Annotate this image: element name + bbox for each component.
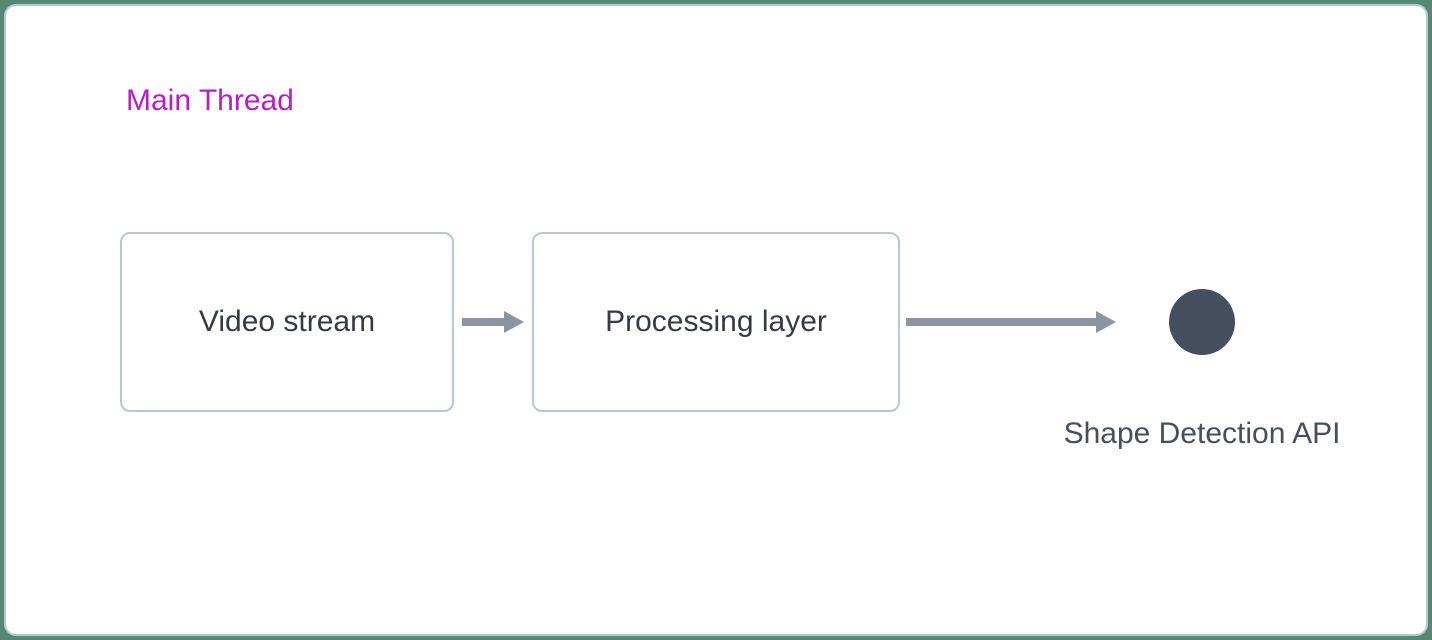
node-processing-layer-label: Processing layer [605, 305, 827, 339]
arrow-icon [462, 309, 524, 335]
node-shape-detection-api: Shape Detection API [1122, 289, 1282, 355]
node-video-stream: Video stream [120, 232, 454, 412]
endpoint-dot-icon [1169, 289, 1235, 355]
flow-row: Video stream Processing layer Shape Dete… [120, 232, 1282, 412]
thread-label: Main Thread [126, 84, 294, 118]
diagram-frame: Main Thread Video stream Processing laye… [4, 4, 1428, 636]
node-shape-detection-api-label: Shape Detection API [1022, 417, 1382, 451]
arrow-icon [906, 309, 1116, 335]
node-video-stream-label: Video stream [199, 305, 375, 339]
node-processing-layer: Processing layer [532, 232, 900, 412]
